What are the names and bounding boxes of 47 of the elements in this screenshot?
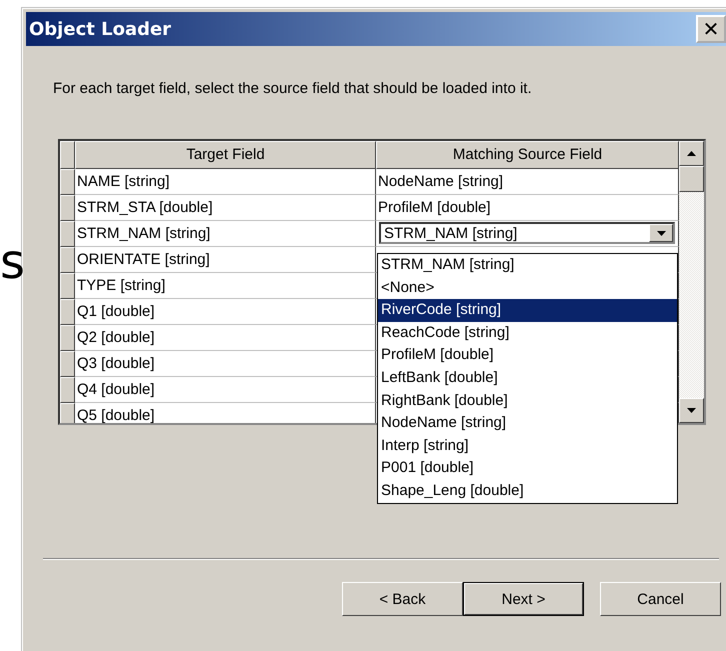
table-cell: STRM_NAM [string] [75, 221, 376, 247]
dropdown-option[interactable]: Shape_Leng [double] [378, 480, 677, 503]
row-header[interactable] [60, 221, 75, 247]
dropdown-option[interactable]: LeftBank [double] [378, 366, 677, 390]
dropdown-option[interactable]: <None> [378, 276, 677, 300]
table-cell: Q3 [double] [75, 351, 376, 377]
row-header[interactable] [60, 403, 75, 423]
dropdown-option[interactable]: NodeName [string] [378, 412, 677, 435]
row-header[interactable] [60, 273, 75, 299]
table-cell: NodeName [string] [376, 169, 679, 195]
table-cell: Q1 [double] [75, 299, 376, 325]
scroll-thumb[interactable] [679, 166, 704, 192]
source-dropdown[interactable]: STRM_NAM [string] [379, 222, 675, 244]
row-header[interactable] [60, 169, 75, 195]
scroll-down-icon[interactable] [679, 398, 704, 423]
table-cell: ORIENTATE [string] [75, 247, 376, 273]
table-cell: Q4 [double] [75, 377, 376, 403]
dropdown-option[interactable]: RiverCode [string] [378, 299, 677, 322]
row-header[interactable] [60, 299, 75, 325]
row-header[interactable] [60, 195, 75, 221]
background-letter: s [0, 238, 26, 286]
row-header[interactable] [60, 351, 75, 377]
column-header[interactable]: Target Field [75, 141, 376, 169]
vertical-scrollbar[interactable] [679, 141, 704, 423]
table-cell: Q2 [double] [75, 325, 376, 351]
row-header[interactable] [60, 325, 75, 351]
row-header[interactable] [60, 377, 75, 403]
dialog-button[interactable]: < Back [342, 582, 463, 616]
close-button[interactable]: ✕ [696, 15, 726, 43]
dialog-button[interactable]: Cancel [600, 582, 721, 616]
dropdown-option[interactable]: Interp [string] [378, 434, 677, 458]
table-cell: TYPE [string] [75, 273, 376, 299]
dropdown-option[interactable]: P001 [double] [378, 457, 677, 480]
dropdown-option[interactable]: ProfileM [double] [378, 344, 677, 367]
dropdown-option[interactable]: ReachCode [string] [378, 322, 677, 344]
row-header[interactable] [60, 247, 75, 273]
scroll-up-icon[interactable] [679, 141, 704, 166]
window-title: Object Loader [29, 18, 172, 40]
table-cell: ProfileM [double] [376, 195, 679, 221]
table-cell: NAME [string] [75, 169, 376, 195]
dialog-button[interactable]: Next > [463, 582, 584, 616]
dropdown-option[interactable]: RightBank [double] [378, 390, 677, 412]
table-cell: Q5 [double] [75, 403, 376, 423]
instruction-text: For each target field, select the source field that should be loaded into it. [53, 80, 533, 97]
table-cell: STRM_STA [double] [75, 195, 376, 221]
dropdown-option[interactable]: STRM_NAM [string] [378, 254, 677, 277]
column-header[interactable]: Matching Source Field [376, 141, 679, 169]
